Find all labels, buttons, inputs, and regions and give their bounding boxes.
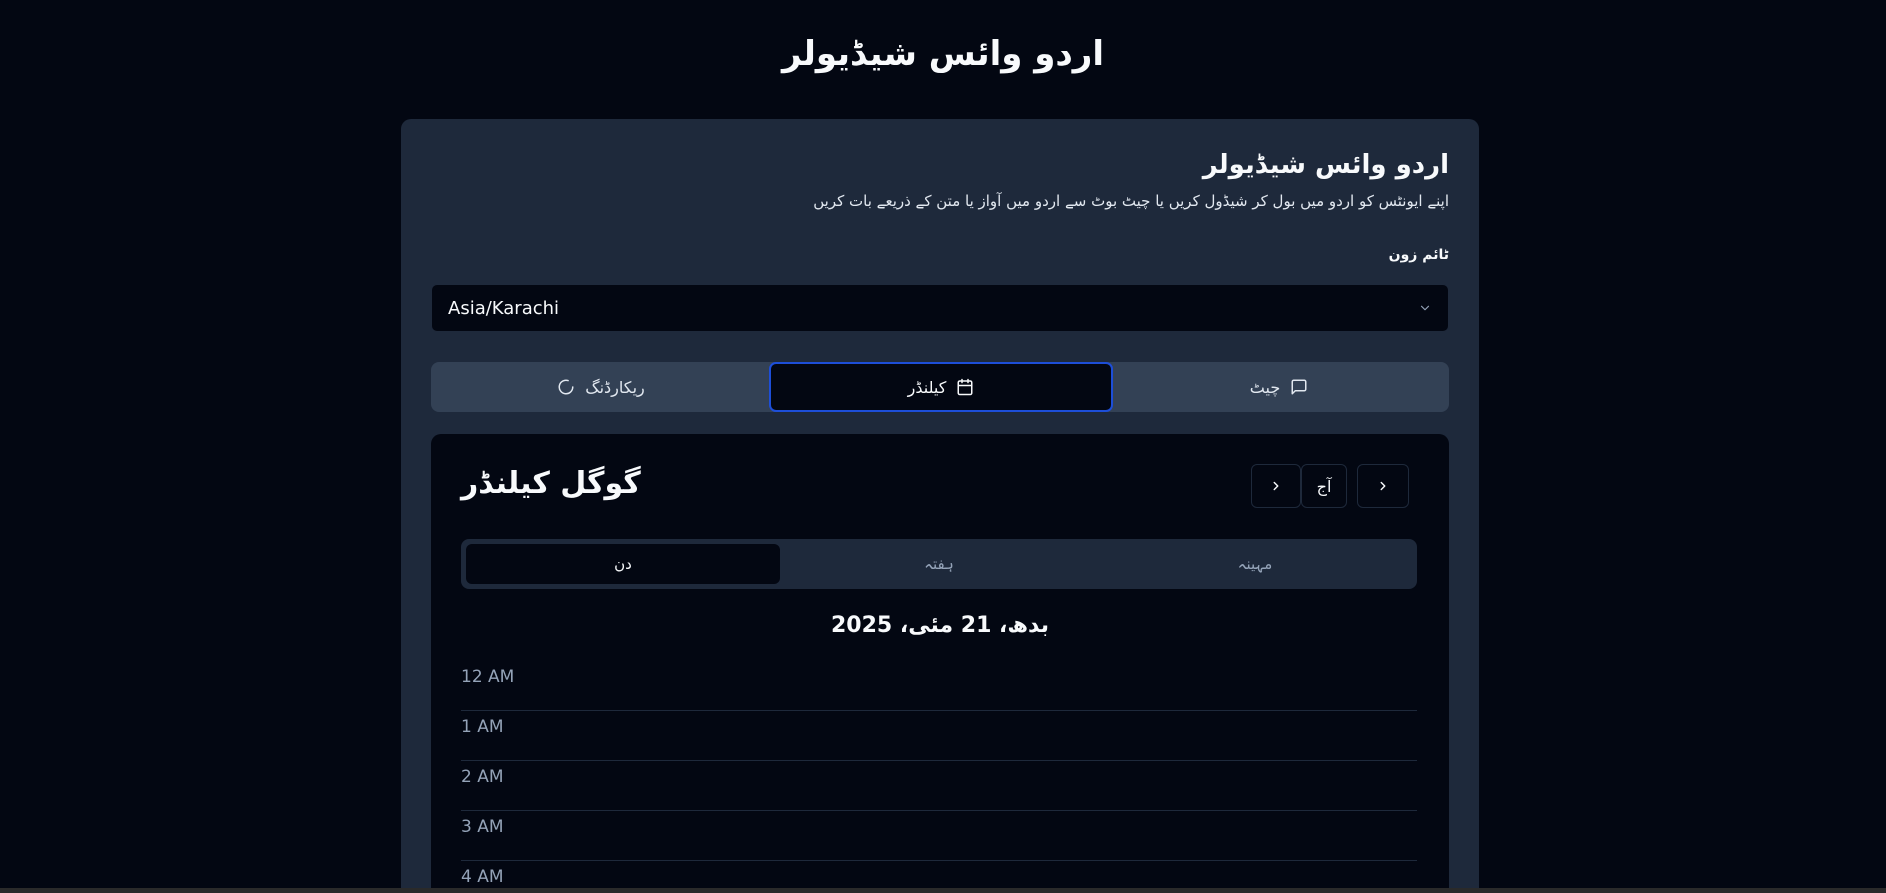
chevron-down-icon (1420, 305, 1430, 311)
message-square-icon (1291, 379, 1307, 395)
timezone-label: ٹائم زون (1388, 247, 1449, 263)
hour-list: 12 AM 1 AM 2 AM 3 AM 4 AM (461, 661, 1417, 893)
hour-label: 3 AM (461, 817, 504, 837)
tab-recording[interactable]: ریکارڈنگ (431, 362, 771, 412)
view-tab-month[interactable]: مہینہ (1098, 544, 1412, 584)
timezone-value: Asia/Karachi (448, 297, 560, 319)
hour-row[interactable]: 1 AM (461, 711, 1417, 761)
tab-chat-label: چیٹ (1249, 377, 1281, 397)
tab-calendar[interactable]: کیلنڈر (769, 362, 1113, 412)
window-bottom-edge (0, 888, 1886, 893)
tab-recording-label: ریکارڈنگ (585, 377, 645, 397)
app-root: اردو وائس شیڈیولر اردو وائس شیڈیولر اپنے… (0, 0, 1886, 893)
previous-period-button[interactable] (1357, 464, 1409, 508)
main-tabs: چیٹ کیلنڈر ریکارڈنگ (431, 362, 1449, 412)
today-button[interactable]: آج (1301, 464, 1347, 508)
hour-label: 12 AM (461, 667, 515, 687)
card-subtitle: اپنے ایونٹس کو اردو میں بول کر شیڈول کری… (813, 192, 1449, 210)
hour-row[interactable]: 2 AM (461, 761, 1417, 811)
page-title: اردو وائس شیڈیولر (781, 34, 1105, 74)
view-tab-day[interactable]: دن (466, 544, 780, 584)
calendar-panel: گوگل کیلنڈر آج دن ہفتہ مہینہ بدھ، 21 مئی… (431, 434, 1449, 893)
hour-label: 1 AM (461, 717, 504, 737)
calendar-title: گوگل کیلنڈر (461, 466, 641, 501)
tab-chat[interactable]: چیٹ (1109, 362, 1449, 412)
view-tab-week[interactable]: ہفتہ (782, 544, 1096, 584)
calendar-view-tabs: دن ہفتہ مہینہ (461, 539, 1417, 589)
loader-icon (558, 379, 574, 395)
card-title: اردو وائس شیڈیولر (1202, 150, 1449, 180)
tab-calendar-label: کیلنڈر (907, 377, 947, 397)
timezone-select[interactable]: Asia/Karachi (431, 284, 1449, 332)
hour-label: 2 AM (461, 767, 504, 787)
calendar-icon (957, 378, 973, 396)
next-period-button[interactable] (1251, 464, 1301, 508)
hour-row[interactable]: 3 AM (461, 811, 1417, 861)
scheduler-card: اردو وائس شیڈیولر اپنے ایونٹس کو اردو می… (401, 119, 1479, 893)
current-date-heading: بدھ، 21 مئی، 2025 (830, 613, 1050, 638)
hour-row[interactable]: 12 AM (461, 661, 1417, 711)
chevron-right-icon (1273, 481, 1279, 491)
chevron-right-icon (1380, 481, 1386, 491)
